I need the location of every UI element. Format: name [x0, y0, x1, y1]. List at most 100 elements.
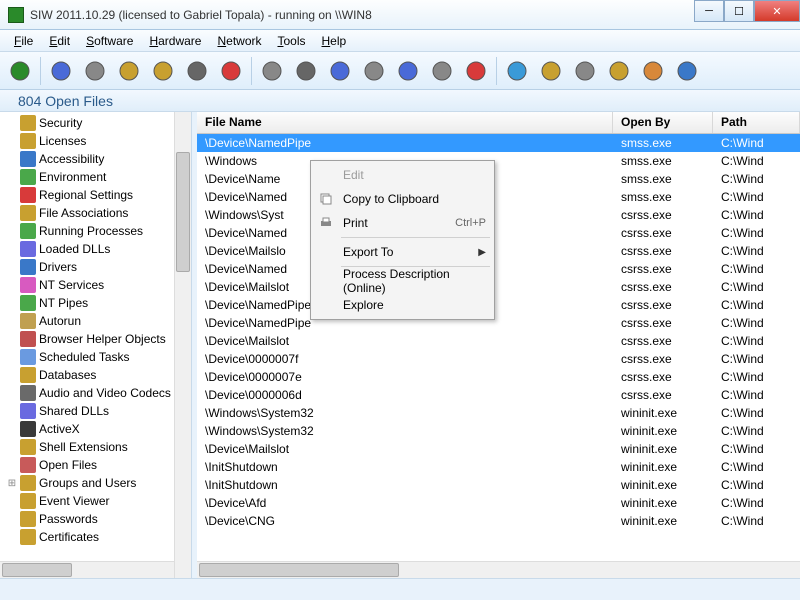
stopwatch-button[interactable]: [426, 55, 458, 87]
menu-edit[interactable]: Edit: [41, 32, 78, 50]
cell-openby: csrss.exe: [613, 244, 713, 258]
key-button[interactable]: [535, 55, 567, 87]
menu-network[interactable]: Network: [209, 32, 269, 50]
tree-item-nt-services[interactable]: NT Services: [20, 276, 191, 294]
tree-item-activex[interactable]: ActiveX: [20, 420, 191, 438]
paste-button[interactable]: [147, 55, 179, 87]
file-row[interactable]: \Device\Afdwininit.exeC:\Wind: [197, 494, 800, 512]
tree-vertical-scrollbar[interactable]: [174, 112, 191, 578]
tree-item-shell-extensions[interactable]: Shell Extensions: [20, 438, 191, 456]
exit-button[interactable]: [4, 55, 36, 87]
tree-item-scheduled-tasks[interactable]: Scheduled Tasks: [20, 348, 191, 366]
column-header-filename[interactable]: File Name: [197, 112, 613, 133]
tree-item-label: ActiveX: [39, 422, 80, 436]
file-row[interactable]: \Device\Namedcsrss.exeC:\Wind: [197, 260, 800, 278]
menu-hardware[interactable]: Hardware: [141, 32, 209, 50]
file-row[interactable]: \Device\NamedPipesmss.exeC:\Wind: [197, 134, 800, 152]
file-row[interactable]: \Windows\System32wininit.exeC:\Wind: [197, 422, 800, 440]
menu-item-label: Process Description (Online): [337, 267, 486, 295]
tree-item-security[interactable]: Security: [20, 114, 191, 132]
file-row[interactable]: \Device\NamedPipecsrss.exeC:\Wind: [197, 296, 800, 314]
tree-item-browser-helper-objects[interactable]: Browser Helper Objects: [20, 330, 191, 348]
tree-item-drivers[interactable]: Drivers: [20, 258, 191, 276]
file-row[interactable]: \Device\Mailslotcsrss.exeC:\Wind: [197, 278, 800, 296]
file-row[interactable]: \Windows\Systcsrss.exeC:\Wind: [197, 206, 800, 224]
tree-item-groups-and-users[interactable]: ⊞Groups and Users: [20, 474, 191, 492]
tree-item-passwords[interactable]: Passwords: [20, 510, 191, 528]
monitor-button[interactable]: [324, 55, 356, 87]
help-button[interactable]: [671, 55, 703, 87]
tree-item-autorun[interactable]: Autorun: [20, 312, 191, 330]
file-row[interactable]: \Device\Namedsmss.exeC:\Wind: [197, 188, 800, 206]
tree-item-accessibility[interactable]: Accessibility: [20, 150, 191, 168]
search-button[interactable]: [256, 55, 288, 87]
file-row[interactable]: \Device\NamedPipecsrss.exeC:\Wind: [197, 314, 800, 332]
menu-item-process-description-online-[interactable]: Process Description (Online): [313, 269, 492, 293]
file-horizontal-scrollbar[interactable]: [197, 561, 800, 578]
context-menu: EditCopy to ClipboardPrintCtrl+PExport T…: [310, 160, 495, 320]
tree-item-licenses[interactable]: Licenses: [20, 132, 191, 150]
file-row[interactable]: \Device\0000007ecsrss.exeC:\Wind: [197, 368, 800, 386]
expand-icon[interactable]: ⊞: [6, 478, 18, 489]
tree-item-icon: [20, 277, 36, 293]
file-row[interactable]: \Device\0000006dcsrss.exeC:\Wind: [197, 386, 800, 404]
tree-item-nt-pipes[interactable]: NT Pipes: [20, 294, 191, 312]
cell-filename: \Device\NamedPipe: [197, 136, 613, 150]
tree-item-running-processes[interactable]: Running Processes: [20, 222, 191, 240]
tree-item-environment[interactable]: Environment: [20, 168, 191, 186]
delete-button[interactable]: [215, 55, 247, 87]
tree-item-label: Groups and Users: [39, 476, 136, 490]
tree-item-databases[interactable]: Databases: [20, 366, 191, 384]
minimize-button[interactable]: ─: [694, 0, 724, 22]
tree-item-icon: [20, 241, 36, 257]
tree-item-shared-dlls[interactable]: Shared DLLs: [20, 402, 191, 420]
menu-item-explore[interactable]: Explore: [313, 293, 492, 317]
copy-button[interactable]: [113, 55, 145, 87]
file-row[interactable]: \Device\Mailslotwininit.exeC:\Wind: [197, 440, 800, 458]
stop-button[interactable]: [460, 55, 492, 87]
menu-item-print[interactable]: PrintCtrl+P: [313, 211, 492, 235]
tree-item-event-viewer[interactable]: Event Viewer: [20, 492, 191, 510]
tree-item-regional-settings[interactable]: Regional Settings: [20, 186, 191, 204]
file-row[interactable]: \Windowssmss.exeC:\Wind: [197, 152, 800, 170]
file-row[interactable]: \Device\Mailslocsrss.exeC:\Wind: [197, 242, 800, 260]
file-row[interactable]: \Device\CNGwininit.exeC:\Wind: [197, 512, 800, 530]
file-row[interactable]: \InitShutdownwininit.exeC:\Wind: [197, 458, 800, 476]
properties-button[interactable]: [358, 55, 390, 87]
print-button[interactable]: [181, 55, 213, 87]
update-button[interactable]: [603, 55, 635, 87]
help-icon: [675, 59, 699, 83]
list-button[interactable]: [392, 55, 424, 87]
menu-item-copy-to-clipboard[interactable]: Copy to Clipboard: [313, 187, 492, 211]
refresh-button[interactable]: [501, 55, 533, 87]
save-button[interactable]: [45, 55, 77, 87]
column-header-path[interactable]: Path: [713, 112, 800, 133]
cell-path: C:\Wind: [713, 190, 800, 204]
menu-software[interactable]: Software: [78, 32, 141, 50]
tree-item-open-files[interactable]: Open Files: [20, 456, 191, 474]
menu-item-export-to[interactable]: Export To▶: [313, 240, 492, 264]
cut-button[interactable]: [79, 55, 111, 87]
tree-item-loaded-dlls[interactable]: Loaded DLLs: [20, 240, 191, 258]
file-row[interactable]: \Windows\System32wininit.exeC:\Wind: [197, 404, 800, 422]
column-header-openby[interactable]: Open By: [613, 112, 713, 133]
close-button[interactable]: ✕: [754, 0, 800, 22]
file-row[interactable]: \Device\Namesmss.exeC:\Wind: [197, 170, 800, 188]
menu-help[interactable]: Help: [314, 32, 355, 50]
maximize-button[interactable]: ☐: [724, 0, 754, 22]
tools-button[interactable]: [569, 55, 601, 87]
tree-item-audio-and-video-codecs[interactable]: Audio and Video Codecs: [20, 384, 191, 402]
tree-item-file-associations[interactable]: File Associations: [20, 204, 191, 222]
menu-file[interactable]: File: [6, 32, 41, 50]
tree-item-certificates[interactable]: Certificates: [20, 528, 191, 546]
file-row[interactable]: \Device\Mailslotcsrss.exeC:\Wind: [197, 332, 800, 350]
gauge-button[interactable]: [290, 55, 322, 87]
home-button[interactable]: [637, 55, 669, 87]
blank-icon: [315, 271, 337, 291]
file-row[interactable]: \Device\Namedcsrss.exeC:\Wind: [197, 224, 800, 242]
menu-tools[interactable]: Tools: [269, 32, 313, 50]
tree-horizontal-scrollbar[interactable]: [0, 561, 174, 578]
tree-item-icon: [20, 313, 36, 329]
file-row[interactable]: \Device\0000007fcsrss.exeC:\Wind: [197, 350, 800, 368]
file-row[interactable]: \InitShutdownwininit.exeC:\Wind: [197, 476, 800, 494]
